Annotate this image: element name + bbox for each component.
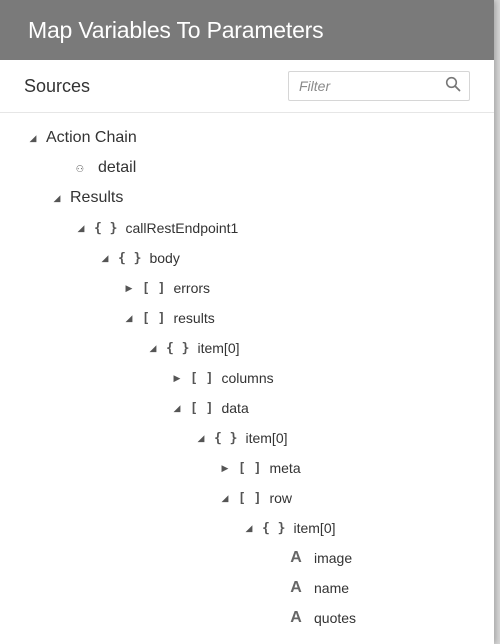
tree-node-label: name bbox=[314, 580, 350, 596]
tree-node-label: image bbox=[314, 550, 353, 566]
object-type-icon: { } bbox=[262, 520, 286, 536]
tree-node-label: data bbox=[221, 400, 249, 416]
array-type-icon: [ ] bbox=[142, 280, 166, 296]
tree-node[interactable]: ◢ { } item[0] bbox=[0, 423, 494, 453]
collapse-triangle-icon[interactable]: ◢ bbox=[50, 193, 64, 204]
tree-node[interactable]: ◢Aimage bbox=[0, 543, 494, 573]
collapse-triangle-icon[interactable]: ◢ bbox=[98, 253, 112, 264]
tree-node-label: quotes bbox=[314, 610, 357, 626]
tree-node[interactable]: ▶ [ ] meta bbox=[0, 453, 494, 483]
tree-node[interactable]: ◢ [ ] results bbox=[0, 303, 494, 333]
object-type-icon: { } bbox=[118, 250, 142, 266]
sources-title: Sources bbox=[24, 75, 91, 96]
tree-node[interactable]: ◢Aquotes bbox=[0, 603, 494, 633]
string-type-icon: A bbox=[290, 549, 302, 566]
collapse-triangle-icon[interactable]: ◢ bbox=[26, 133, 40, 144]
object-type-icon: { } bbox=[214, 430, 238, 446]
collapse-triangle-icon[interactable]: ◢ bbox=[242, 523, 256, 534]
map-variables-dialog: Map Variables To Parameters Sources ◢ Act… bbox=[0, 0, 494, 644]
expand-triangle-icon[interactable]: ▶ bbox=[218, 463, 232, 474]
tree-node-label: item[0] bbox=[245, 430, 288, 446]
tree-node-label: errors bbox=[173, 280, 211, 296]
tree-node-label: item[0] bbox=[197, 340, 240, 356]
sources-header: Sources bbox=[0, 60, 494, 113]
tree-node[interactable]: ◢ { } item[0] bbox=[0, 333, 494, 363]
tree-node[interactable]: ◢ Action Chain bbox=[0, 123, 494, 153]
dialog-titlebar[interactable]: Map Variables To Parameters bbox=[0, 0, 494, 60]
tree-node-label: body bbox=[149, 250, 180, 266]
tree-node-label: callRestEndpoint1 bbox=[125, 220, 239, 236]
string-type-icon: A bbox=[290, 609, 302, 626]
tree-node[interactable]: ◢⚇detail bbox=[0, 153, 494, 183]
tree-node-label: item[0] bbox=[293, 520, 336, 536]
filter-field[interactable] bbox=[288, 71, 470, 101]
dialog-title: Map Variables To Parameters bbox=[28, 16, 324, 43]
string-type-icon: A bbox=[290, 579, 302, 596]
search-icon[interactable] bbox=[445, 76, 461, 97]
expand-triangle-icon[interactable]: ▶ bbox=[170, 373, 184, 384]
filter-input[interactable] bbox=[297, 77, 431, 95]
collapse-triangle-icon[interactable]: ◢ bbox=[218, 493, 232, 504]
sources-tree: ◢ Action Chain ◢ ⚇ detail ◢ Results ◢ { } callRes… bbox=[0, 113, 494, 633]
tree-node[interactable]: ▶ [ ] columns bbox=[0, 363, 494, 393]
object-type-icon: { } bbox=[166, 340, 190, 356]
tree-node-label: meta bbox=[269, 460, 301, 476]
tree-node[interactable]: ◢ { } body bbox=[0, 243, 494, 273]
object-type-icon: { } bbox=[94, 220, 118, 236]
array-type-icon: [ ] bbox=[190, 370, 214, 386]
tree-node[interactable]: ▶ [ ] errors bbox=[0, 273, 494, 303]
tree-node-label: row bbox=[269, 490, 293, 506]
tree-node[interactable]: ◢Aname bbox=[0, 573, 494, 603]
tree-node[interactable]: ◢ { } item[0] bbox=[0, 513, 494, 543]
tree-node-label: detail bbox=[98, 159, 137, 176]
tree-node-label: columns bbox=[221, 370, 274, 386]
tree-node[interactable]: ◢ [ ] row bbox=[0, 483, 494, 513]
collapse-triangle-icon[interactable]: ◢ bbox=[122, 313, 136, 324]
array-type-icon: [ ] bbox=[142, 310, 166, 326]
collapse-triangle-icon[interactable]: ◢ bbox=[146, 343, 160, 354]
tree-node-label: Results bbox=[70, 189, 124, 206]
tree-node-label: results bbox=[173, 310, 215, 326]
tree-node-label: Action Chain bbox=[46, 129, 137, 146]
collapse-triangle-icon[interactable]: ◢ bbox=[74, 223, 88, 234]
array-type-icon: [ ] bbox=[238, 490, 262, 506]
array-type-icon: [ ] bbox=[190, 400, 214, 416]
tree-node[interactable]: ◢ Results bbox=[0, 183, 494, 213]
tree-node[interactable]: ◢ { } callRestEndpoint1 bbox=[0, 213, 494, 243]
collapse-triangle-icon[interactable]: ◢ bbox=[194, 433, 208, 444]
tree-node[interactable]: ◢ [ ] data bbox=[0, 393, 494, 423]
variable-type-icon: ⚇ bbox=[76, 161, 84, 175]
array-type-icon: [ ] bbox=[238, 460, 262, 476]
collapse-triangle-icon[interactable]: ◢ bbox=[170, 403, 184, 414]
expand-triangle-icon[interactable]: ▶ bbox=[122, 283, 136, 294]
